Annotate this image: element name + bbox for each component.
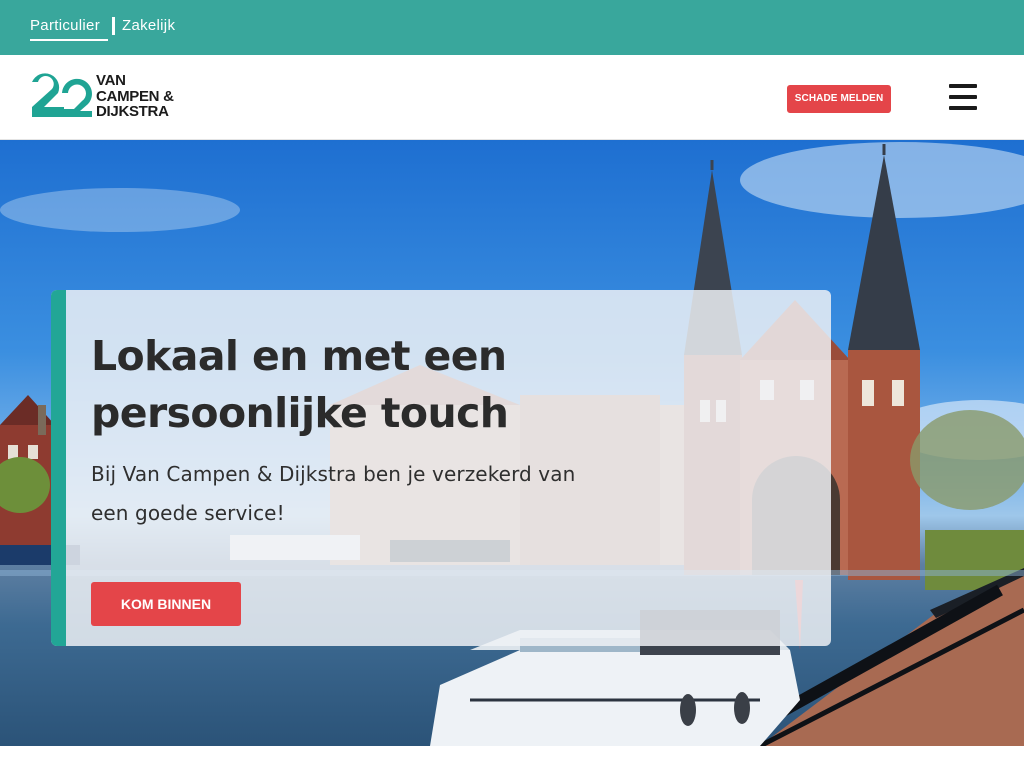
hero-card-accent-bar: [51, 290, 66, 646]
hero-title: Lokaal en met een persoonlijke touch: [91, 332, 509, 437]
hamburger-menu-icon[interactable]: [949, 84, 977, 110]
hero-card: Lokaal en met een persoonlijke touch Bij…: [51, 290, 831, 646]
logo-text-line1: VAN: [96, 72, 126, 89]
segment-link-particulier[interactable]: Particulier: [30, 17, 100, 34]
active-segment-underline: [30, 39, 108, 41]
segment-link-zakelijk[interactable]: Zakelijk: [122, 17, 175, 34]
logo-text-line3: DIJKSTRA: [96, 103, 169, 120]
logo-text-line2: CAMPEN &: [96, 87, 174, 105]
logo-mark-icon: [32, 73, 92, 117]
kom-binnen-button[interactable]: KOM BINNEN: [91, 582, 241, 626]
hero-banner: Lokaal en met een persoonlijke touch Bij…: [0, 140, 1024, 746]
logo[interactable]: VAN CAMPEN & DIJKSTRA: [30, 73, 200, 123]
logo-wordmark: VAN CAMPEN & DIJKSTRA: [96, 73, 174, 120]
hero-subtitle: Bij Van Campen & Dijkstra ben je verzeke…: [91, 462, 576, 525]
segment-bar: Particulier Zakelijk: [0, 0, 1024, 55]
report-damage-button[interactable]: SCHADE MELDEN: [787, 85, 891, 113]
site-header: VAN CAMPEN & DIJKSTRA SCHADE MELDEN: [0, 55, 1024, 140]
segment-divider: [112, 17, 115, 35]
